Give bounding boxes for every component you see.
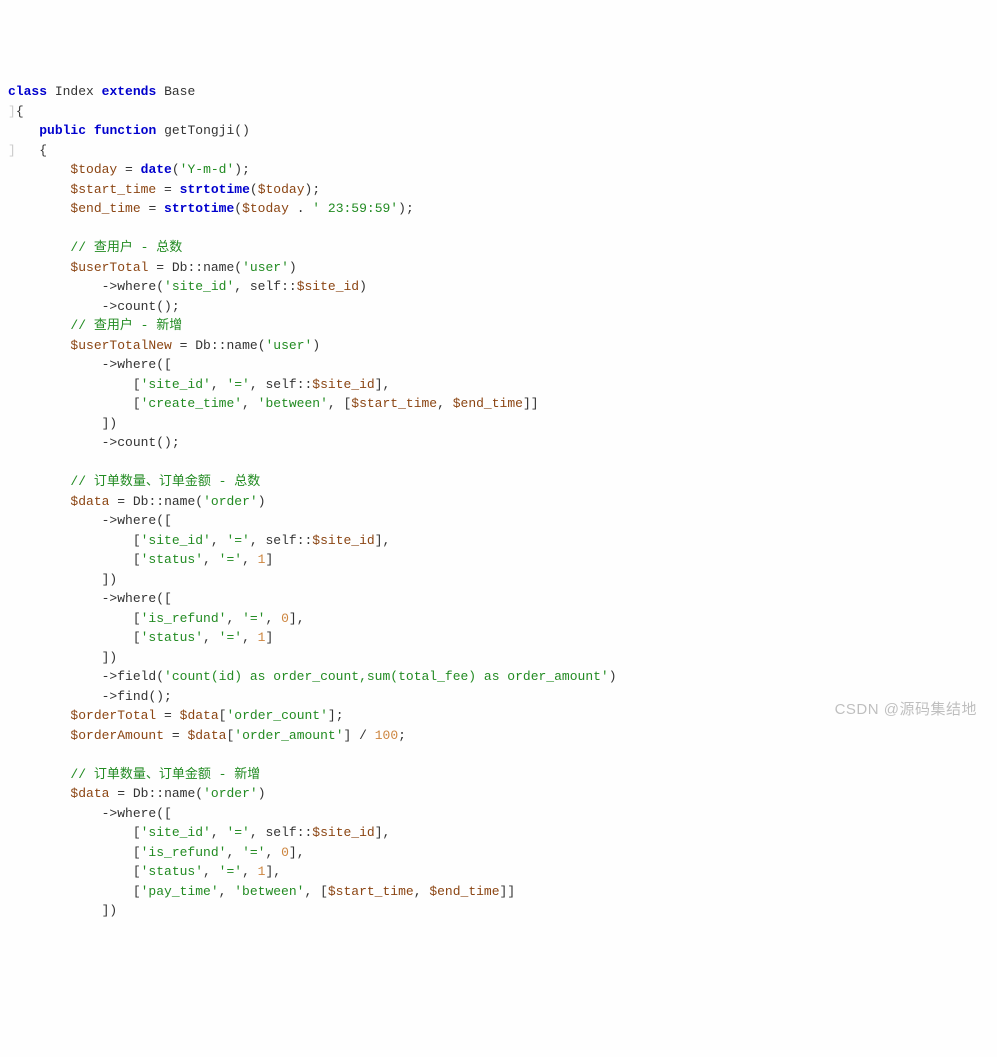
keyword-extends: extends — [102, 84, 157, 99]
string-user: 'user' — [242, 260, 289, 275]
fn-strtotime: strtotime — [180, 182, 250, 197]
comment-user-new: // 查用户 - 新增 — [70, 318, 182, 333]
fn-name: name — [203, 260, 234, 275]
prop-site-id: $site_id — [297, 279, 359, 294]
class-db: Db — [172, 260, 188, 275]
var-user-total: $userTotal — [70, 260, 148, 275]
comment-order-total: // 订单数量、订单金额 - 总数 — [70, 474, 260, 489]
keyword-function: function — [94, 123, 156, 138]
method-name: getTongji — [164, 123, 234, 138]
var-user-total-new: $userTotalNew — [70, 338, 171, 353]
var-order-amount: $orderAmount — [70, 728, 164, 743]
var-order-total: $orderTotal — [70, 708, 156, 723]
class-name: Index — [55, 84, 94, 99]
brace-open: { — [39, 143, 47, 158]
keyword-public: public — [39, 123, 86, 138]
fn-where: where — [117, 279, 156, 294]
var-today: $today — [70, 162, 117, 177]
var-data: $data — [70, 494, 109, 509]
keyword-class: class — [8, 84, 47, 99]
var-start-time: $start_time — [70, 182, 156, 197]
string-field-expr: 'count(id) as order_count,sum(total_fee)… — [164, 669, 609, 684]
string-user: 'user' — [266, 338, 313, 353]
fn-date: date — [141, 162, 172, 177]
brace-open: { — [16, 104, 24, 119]
var-end-time: $end_time — [70, 201, 140, 216]
paren: () — [234, 123, 250, 138]
fn-field: field — [117, 669, 156, 684]
comment-order-new: // 订单数量、订单金额 - 新增 — [70, 767, 260, 782]
fn-find: find — [117, 689, 148, 704]
comment-user-total: // 查用户 - 总数 — [70, 240, 182, 255]
fn-strtotime: strtotime — [164, 201, 234, 216]
string-ymd: 'Y-m-d' — [180, 162, 235, 177]
code-block: class Index extends Base ]{ public funct… — [8, 82, 989, 921]
string-order: 'order' — [203, 494, 258, 509]
parent-class: Base — [164, 84, 195, 99]
string-site-id: 'site_id' — [164, 279, 234, 294]
fn-count: count — [117, 299, 156, 314]
string-endtime: ' 23:59:59' — [312, 201, 398, 216]
